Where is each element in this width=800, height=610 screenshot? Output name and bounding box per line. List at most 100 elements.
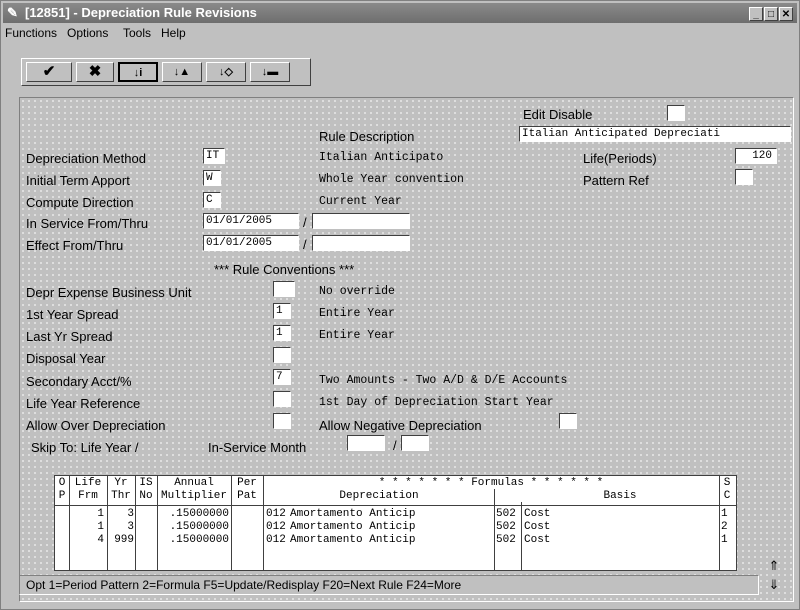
row3-life[interactable]: 4 [70, 534, 104, 547]
change-icon[interactable]: ↓◇ [206, 62, 246, 82]
row3-yr[interactable]: 999 [108, 534, 134, 547]
skip-slash: / [393, 438, 397, 453]
app-icon: ✎ [7, 5, 18, 20]
effect-label: Effect From/Thru [26, 238, 124, 253]
scroll-up-icon[interactable]: ⇑ [763, 559, 785, 573]
depr-bu-label: Depr Expense Business Unit [26, 285, 192, 300]
skip-year-field[interactable] [347, 435, 385, 451]
allow-negative-field[interactable] [559, 413, 577, 429]
rule-conventions-title: *** Rule Conventions *** [214, 262, 355, 277]
last-year-spread-desc: Entire Year [319, 329, 395, 342]
first-year-spread-label: 1st Year Spread [26, 307, 119, 322]
depr-method-label: Depreciation Method [26, 151, 146, 166]
allow-negative-label: Allow Negative Depreciation [319, 418, 482, 433]
grid-header-sc: SC [723, 477, 731, 502]
cancel-x-icon[interactable]: ✖ [76, 62, 114, 82]
grid-header-annual: Annual Multiplier [160, 477, 227, 502]
row2-life[interactable]: 1 [70, 521, 104, 534]
grid-header-formulas: * * * * * * * Formulas * * * * * * [378, 477, 604, 489]
disposal-year-field[interactable] [273, 347, 291, 363]
in-service-month-label: In-Service Month [208, 440, 307, 455]
ok-check-icon[interactable]: ✔ [26, 62, 72, 82]
scroll-down-icon[interactable]: ⇓ [763, 578, 785, 592]
in-service-slash: / [303, 215, 307, 230]
formula-grid: OP Life Frm Yr Thr IS No Annual Multiplier P… [54, 475, 737, 571]
skip-to-life-year-label: Skip To: Life Year / [31, 440, 139, 455]
menu-options[interactable]: Options [67, 26, 108, 40]
initial-term-label: Initial Term Apport [26, 173, 130, 188]
row1-sc[interactable]: 1 [721, 508, 728, 521]
grid-header-depreciation: Depreciation [339, 490, 419, 502]
compute-direction-desc: Current Year [319, 195, 402, 208]
menu-tools[interactable]: Tools [123, 26, 151, 40]
row2-dep-code[interactable]: 012 [266, 521, 286, 534]
grid-header-life: Life Frm [74, 477, 102, 502]
secondary-acct-field[interactable]: 7 [273, 369, 291, 385]
compute-direction-field[interactable]: C [203, 192, 221, 208]
pattern-ref-field[interactable] [735, 169, 753, 185]
menu-bar: Functions Options Tools Help [3, 24, 797, 42]
row1-yr[interactable]: 3 [108, 508, 134, 521]
app-window: ✎ [12851] - Depreciation Rule Revisions … [0, 0, 800, 610]
skip-month-field[interactable] [401, 435, 429, 451]
row1-life[interactable]: 1 [70, 508, 104, 521]
edit-disable-field[interactable] [667, 105, 685, 121]
title-bar: ✎ [12851] - Depreciation Rule Revisions … [3, 3, 797, 23]
menu-help[interactable]: Help [161, 26, 186, 40]
depr-bu-desc: No override [319, 285, 395, 298]
compute-direction-label: Compute Direction [26, 195, 134, 210]
delete-icon[interactable]: ↓▬ [250, 62, 290, 82]
row2-sc[interactable]: 2 [721, 521, 728, 534]
depr-bu-field[interactable] [273, 281, 295, 297]
toolbar: ✔ ✖ ↓i ↓▲ ↓◇ ↓▬ [21, 58, 311, 86]
first-year-spread-field[interactable]: 1 [273, 303, 291, 319]
rule-description-field[interactable]: Italian Anticipated Depreciati [519, 126, 791, 142]
row3-dep-code[interactable]: 012 [266, 534, 286, 547]
initial-term-field[interactable]: W [203, 170, 221, 186]
life-year-ref-field[interactable] [273, 391, 291, 407]
in-service-label: In Service From/Thru [26, 216, 149, 231]
row2-basis-desc: Cost [524, 521, 551, 533]
in-service-from-field[interactable]: 01/01/2005 [203, 213, 299, 229]
row3-basis-code[interactable]: 502 [496, 534, 516, 547]
secondary-acct-desc: Two Amounts - Two A/D & D/E Accounts [319, 374, 568, 387]
secondary-acct-label: Secondary Acct/% [26, 374, 132, 389]
row3-dep-desc: Amortamento Anticip [290, 534, 416, 546]
row3-annual[interactable]: .15000000 [158, 534, 229, 547]
life-periods-label: Life(Periods) [583, 151, 657, 166]
pattern-ref-label: Pattern Ref [583, 173, 649, 188]
rule-description-label: Rule Description [319, 129, 415, 144]
row3-sc[interactable]: 1 [721, 534, 728, 547]
row2-basis-code[interactable]: 502 [496, 521, 516, 534]
effect-from-field[interactable]: 01/01/2005 [203, 235, 299, 251]
grid-header-is: IS No [139, 477, 153, 502]
last-year-spread-label: Last Yr Spread [26, 329, 113, 344]
minimize-button[interactable]: _ [749, 7, 763, 21]
row1-dep-code[interactable]: 012 [266, 508, 286, 521]
allow-over-label: Allow Over Depreciation [26, 418, 166, 433]
close-button[interactable]: ✕ [779, 7, 793, 21]
allow-over-field[interactable] [273, 413, 291, 429]
add-icon[interactable]: ↓▲ [162, 62, 202, 82]
menu-functions[interactable]: Functions [5, 26, 57, 40]
initial-term-desc: Whole Year convention [319, 173, 464, 186]
effect-thru-field[interactable] [312, 235, 410, 251]
first-year-spread-desc: Entire Year [319, 307, 395, 320]
row1-dep-desc: Amortamento Anticip [290, 508, 416, 520]
in-service-thru-field[interactable] [312, 213, 410, 229]
life-periods-field[interactable]: 120 [735, 148, 777, 164]
depr-method-field[interactable]: IT [203, 148, 225, 164]
inquire-icon[interactable]: ↓i [118, 62, 158, 82]
row1-annual[interactable]: .15000000 [158, 508, 229, 521]
life-year-ref-label: Life Year Reference [26, 396, 141, 411]
row3-basis-desc: Cost [524, 534, 551, 546]
row2-annual[interactable]: .15000000 [158, 521, 229, 534]
disposal-year-label: Disposal Year [26, 351, 106, 366]
row2-yr[interactable]: 3 [108, 521, 134, 534]
row1-basis-code[interactable]: 502 [496, 508, 516, 521]
maximize-button[interactable]: □ [764, 7, 778, 21]
edit-disable-label: Edit Disable [523, 107, 593, 122]
grid-header-per: Per Pat [237, 477, 257, 502]
last-year-spread-field[interactable]: 1 [273, 325, 291, 341]
window-title: [12851] - Depreciation Rule Revisions [25, 5, 257, 20]
